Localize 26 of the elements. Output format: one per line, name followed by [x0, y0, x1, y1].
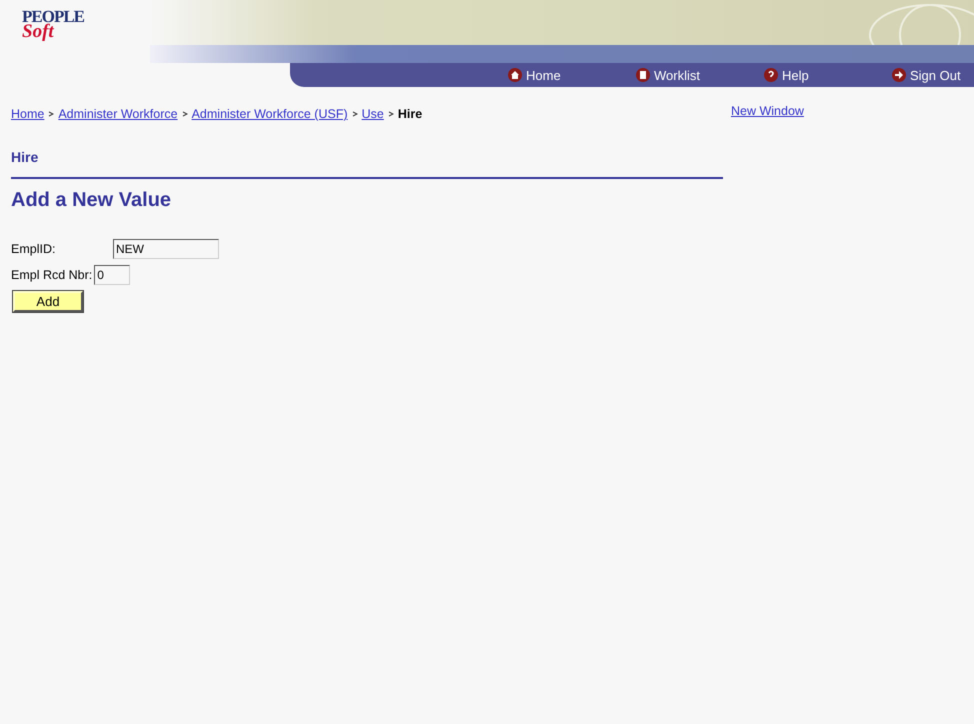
input-field[interactable]: 0 — [94, 265, 130, 285]
document-icon — [636, 68, 650, 82]
nav-link[interactable]: Help — [764, 68, 892, 82]
field-label: Empl Rcd Nbr: — [11, 268, 92, 282]
input-field[interactable]: NEW — [113, 239, 219, 259]
logo: PEOPLE Soft — [21, 6, 86, 44]
add-button[interactable]: Add — [13, 291, 83, 312]
arrow-icon — [892, 68, 906, 82]
breadcrumb-current: Hire — [398, 107, 422, 121]
chevron-icon — [48, 111, 54, 117]
breadcrumb-link[interactable]: Use — [362, 107, 384, 121]
chevron-icon — [352, 111, 358, 117]
new-window-link[interactable]: New Window — [731, 104, 804, 118]
breadcrumb-link[interactable]: Home — [11, 107, 44, 121]
house-icon — [508, 68, 522, 82]
nav-link[interactable]: Home — [508, 68, 636, 82]
field-label: EmplID: — [11, 242, 56, 256]
page-title: Hire — [11, 149, 40, 165]
chevron-icon — [182, 111, 188, 117]
section-title: Add a New Value — [11, 189, 172, 212]
breadcrumb-link[interactable]: Administer Workforce (USF) — [192, 107, 348, 121]
help-icon — [764, 68, 778, 82]
breadcrumb-link[interactable]: Administer Workforce — [58, 107, 178, 121]
chevron-icon — [388, 111, 394, 117]
nav-link[interactable]: Worklist — [636, 68, 764, 82]
nav-link[interactable]: Sign Out — [892, 68, 961, 82]
